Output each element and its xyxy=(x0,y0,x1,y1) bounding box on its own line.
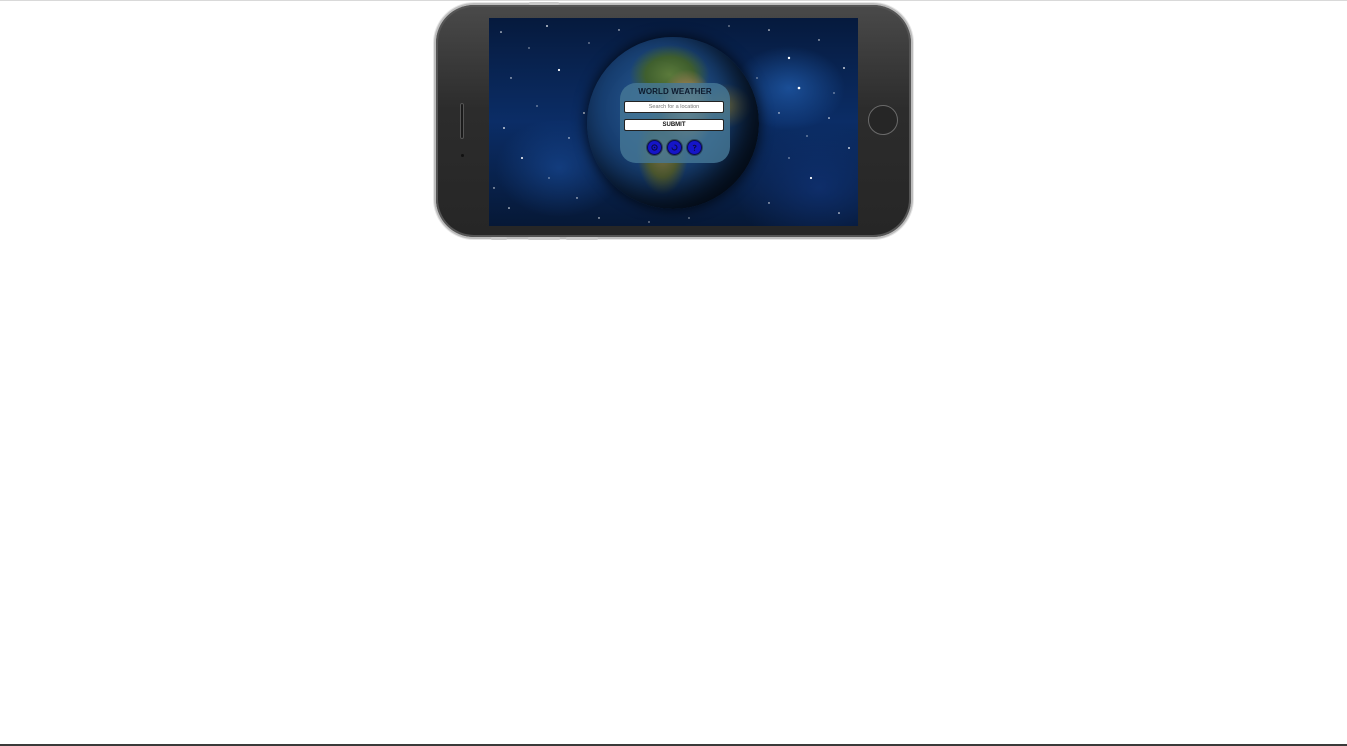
earpiece-speaker xyxy=(460,103,464,139)
submit-button[interactable]: SUBMIT xyxy=(624,119,724,131)
location-button[interactable] xyxy=(647,140,662,155)
home-button[interactable] xyxy=(868,105,898,135)
weather-search-panel: WORLD WEATHER SUBMIT xyxy=(620,83,730,163)
power-button xyxy=(529,2,559,5)
mute-switch xyxy=(491,237,507,240)
search-input[interactable] xyxy=(624,101,724,113)
app-screen: WORLD WEATHER SUBMIT xyxy=(489,18,858,226)
location-icon xyxy=(651,144,658,151)
refresh-icon xyxy=(671,144,678,151)
page: WORLD WEATHER SUBMIT xyxy=(0,0,1347,746)
volume-down-button xyxy=(566,237,598,240)
info-button[interactable] xyxy=(687,140,702,155)
front-camera xyxy=(461,154,464,157)
refresh-button[interactable] xyxy=(667,140,682,155)
phone-frame: WORLD WEATHER SUBMIT xyxy=(436,2,911,240)
info-icon xyxy=(692,144,697,151)
volume-up-button xyxy=(528,237,560,240)
icon-button-row xyxy=(647,140,705,156)
app-title: WORLD WEATHER xyxy=(638,87,712,96)
